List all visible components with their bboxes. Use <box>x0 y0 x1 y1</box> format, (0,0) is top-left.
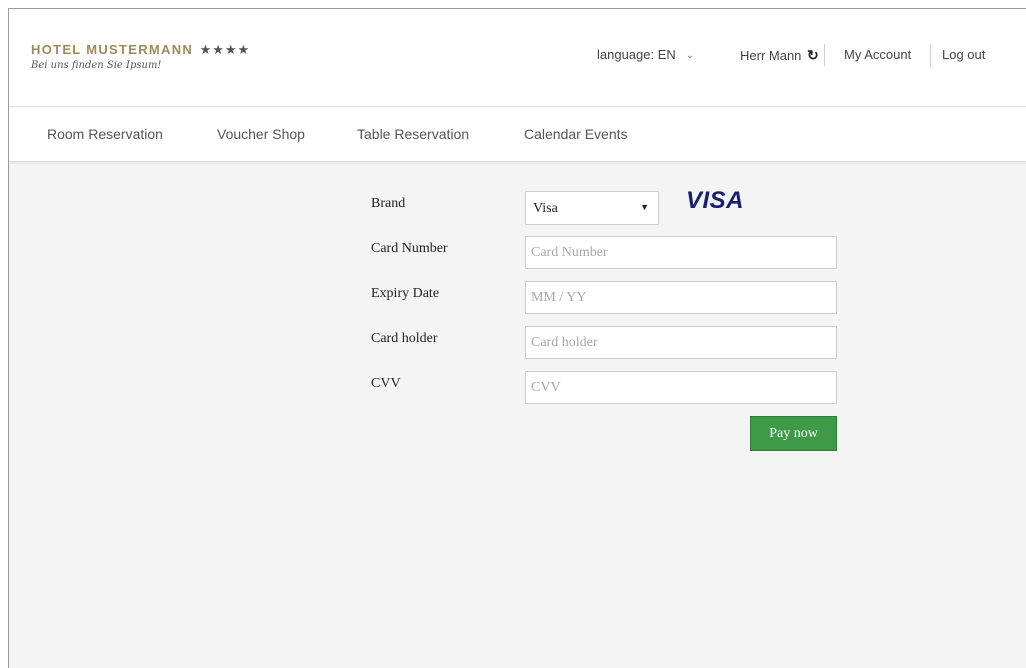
my-account-link[interactable]: My Account <box>844 47 911 62</box>
nav-table-reservation[interactable]: Table Reservation <box>357 126 469 142</box>
language-label: language: EN <box>597 47 676 62</box>
expiry-date-input[interactable] <box>525 281 837 314</box>
brand-selected-value: Visa <box>533 201 558 216</box>
card-holder-label: Card holder <box>371 331 438 346</box>
nav-room-reservation[interactable]: Room Reservation <box>47 126 163 142</box>
account-bar: language: EN ⌄ Herr Mann ↻ My Account Log… <box>9 44 1026 67</box>
expiry-date-label: Expiry Date <box>371 286 440 301</box>
card-number-label: Card Number <box>371 241 448 256</box>
cvv-label: CVV <box>371 376 401 391</box>
nav-calendar-events[interactable]: Calendar Events <box>524 126 628 142</box>
card-holder-input[interactable] <box>525 326 837 359</box>
cvv-input[interactable] <box>525 371 837 404</box>
caret-down-icon: ▼ <box>640 202 649 212</box>
browser-frame: HOTEL MUSTERMANN ★★★★ Bei uns finden Sie… <box>8 8 1026 668</box>
visa-logo: VISA <box>686 187 745 214</box>
pay-now-button[interactable]: Pay now <box>750 416 837 451</box>
user-name: Herr Mann <box>740 48 802 63</box>
divider <box>824 44 825 66</box>
nav-voucher-shop[interactable]: Voucher Shop <box>217 126 305 142</box>
brand-label: Brand <box>371 196 406 211</box>
site-header: HOTEL MUSTERMANN ★★★★ Bei uns finden Sie… <box>9 9 1026 107</box>
card-number-input[interactable] <box>525 236 837 269</box>
main-nav: Room Reservation Voucher Shop Table Rese… <box>9 108 1026 162</box>
brand-select[interactable]: Visa ▼ <box>525 191 659 225</box>
chevron-down-icon: ⌄ <box>685 50 695 61</box>
refresh-icon[interactable]: ↻ <box>807 47 819 64</box>
logout-link[interactable]: Log out <box>942 47 985 62</box>
divider <box>930 44 931 66</box>
language-selector[interactable]: language: EN ⌄ <box>597 47 694 62</box>
user-switch[interactable]: Herr Mann ↻ <box>740 47 819 64</box>
